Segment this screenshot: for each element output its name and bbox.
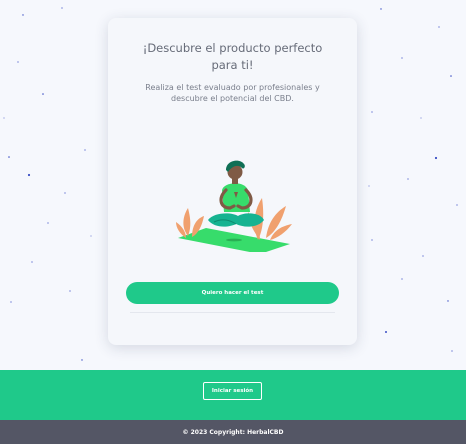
card-description: Realiza el test evaluado por profesional…	[145, 83, 320, 103]
login-band: Iniciar sesión	[0, 370, 466, 420]
quiz-card: ¡Descubre el producto perfecto para ti! …	[108, 18, 357, 345]
footer-copyright: © 2023 Copyright: HerbalCBD	[0, 420, 466, 444]
card-title: ¡Descubre el producto perfecto para ti!	[142, 41, 323, 72]
take-test-button[interactable]: Quiero hacer el test	[126, 282, 339, 304]
login-button[interactable]: Iniciar sesión	[203, 382, 262, 400]
meditating-person-illustration	[176, 160, 292, 252]
card-divider	[130, 312, 335, 313]
